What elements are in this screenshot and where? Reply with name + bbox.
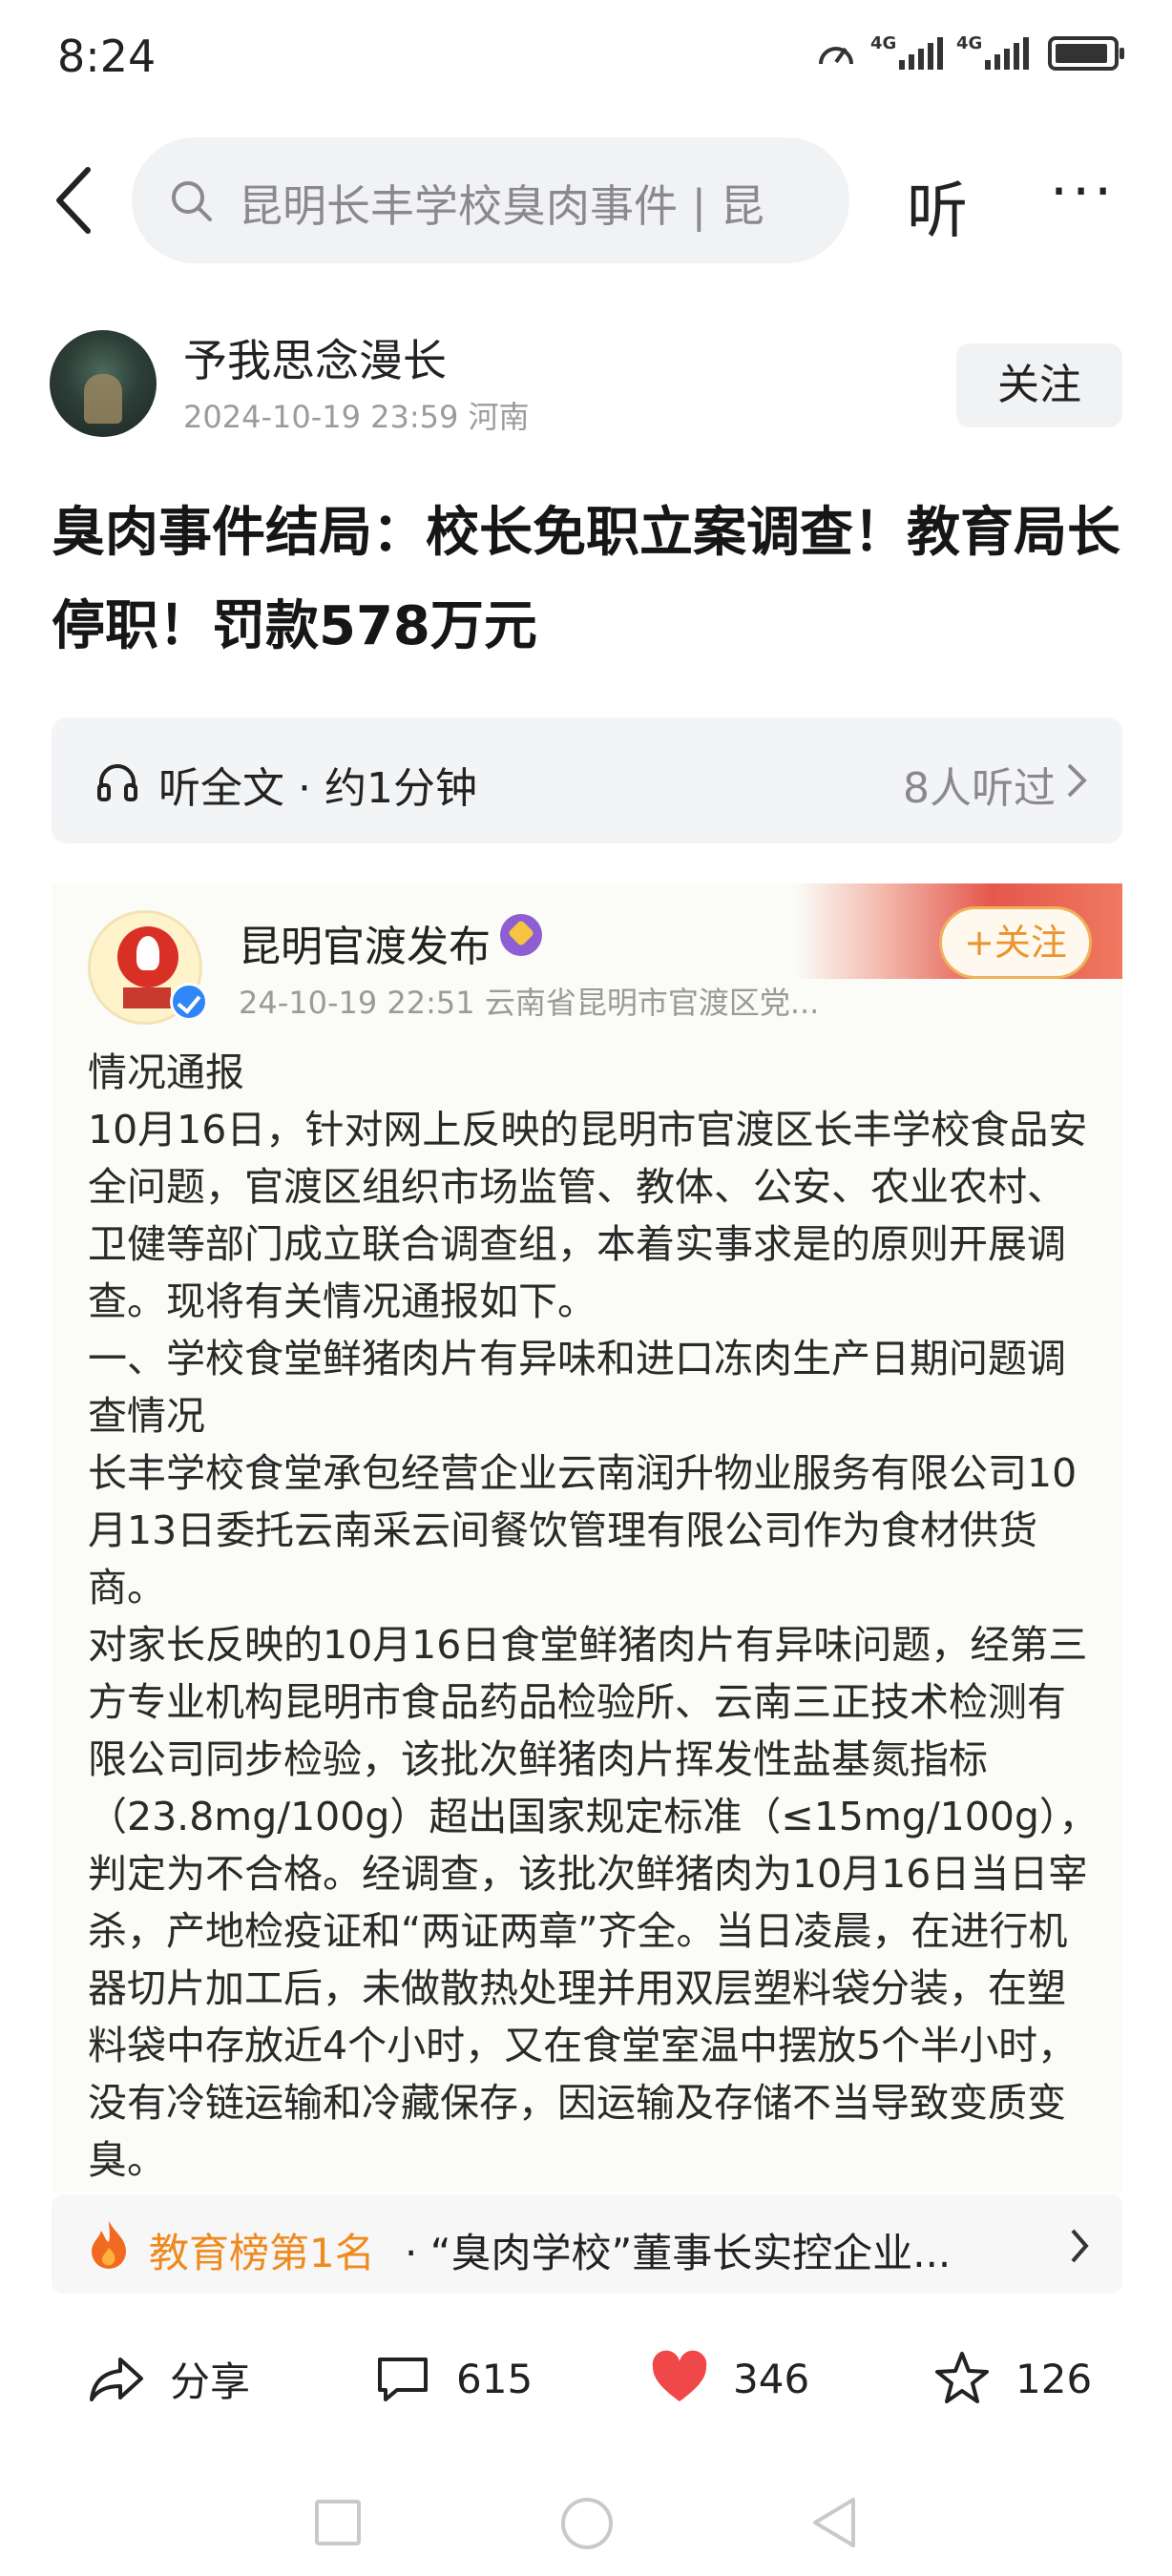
follow-button[interactable]: 关注: [956, 343, 1122, 427]
listen-button[interactable]: 听: [907, 162, 968, 250]
action-bar: 分享 615 346 126: [0, 2326, 1172, 2431]
comment-count: 615: [456, 2355, 534, 2402]
share-icon: [90, 2358, 143, 2401]
search-text: 昆明长丰学校臭肉事件 | 昆: [239, 180, 764, 232]
top-bar: 昆明长丰学校臭肉事件 | 昆 听 ···: [0, 134, 1172, 267]
listen-label: 听全文 · 约1分钟: [158, 764, 477, 813]
like-count: 346: [733, 2355, 810, 2402]
chevron-right-icon: [1071, 2229, 1089, 2263]
article-headline: 臭肉事件结局：校长免职立案调查！教育局长停职！罚款578万元: [52, 502, 1120, 657]
status-icons: 4G 4G: [815, 33, 1124, 71]
author-name[interactable]: 予我思念漫长: [183, 326, 447, 389]
post-paragraph: 对家长反映的10月16日食堂鲜猪肉片有异味问题，经第三方专业机构昆明市食品药品检…: [88, 1622, 1099, 2183]
author-row: 予我思念漫长 2024-10-19 23:59 河南 关注: [0, 324, 1172, 448]
post-paragraph: 10月16日，针对网上反映的昆明市官渡区长丰学校食品安全问题，官渡区组织市场监管…: [88, 1107, 1088, 1324]
embedded-post-image[interactable]: 昆明官渡发布 +关注 24-10-19 22:51 云南省昆明市官渡区党... …: [52, 883, 1122, 2192]
star-icon: [935, 2352, 989, 2403]
search-input[interactable]: 昆明长丰学校臭肉事件 | 昆: [132, 137, 849, 263]
chevron-right-icon: [1067, 763, 1087, 798]
share-button[interactable]: 分享: [86, 2345, 250, 2412]
headphone-icon: [97, 764, 137, 801]
heart-icon: [652, 2350, 707, 2401]
fire-icon: [92, 2221, 126, 2269]
system-nav-bar: [0, 2471, 1172, 2576]
share-label: 分享: [170, 2358, 251, 2405]
favorite-button[interactable]: 126: [931, 2345, 1092, 2412]
signal-label: 4G: [956, 33, 983, 53]
status-bar: 8:24 4G 4G: [0, 0, 1172, 114]
listen-full-text-bar[interactable]: 听全文 · 约1分钟 8人听过: [52, 717, 1122, 843]
signal-icon: 4G: [870, 33, 943, 70]
more-menu-button[interactable]: ···: [1050, 158, 1116, 225]
embedded-post-body: 情况通报 10月16日，针对网上反映的昆明市官渡区长丰学校食品安全问题，官渡区组…: [88, 1044, 1099, 2189]
status-time: 8:24: [57, 31, 157, 82]
embedded-account-name: 昆明官渡发布: [239, 923, 491, 971]
signal-label: 4G: [870, 33, 897, 53]
listen-count: 8人听过: [903, 764, 1056, 813]
back-icon[interactable]: [48, 162, 105, 239]
post-paragraph: 长丰学校食堂承包经营企业云南润升物业服务有限公司10月13日委托云南采云间餐饮管…: [88, 1450, 1078, 1610]
nav-back-icon[interactable]: [807, 2494, 859, 2551]
ranking-title: 教育榜第1名: [149, 2230, 375, 2276]
ranking-text: · “臭肉学校”董事长实控企业...: [405, 2230, 952, 2276]
badge-icon: [500, 914, 542, 956]
embedded-post-meta: 24-10-19 22:51 云南省昆明市官渡区党...: [239, 985, 820, 1021]
signal-icon: 4G: [956, 33, 1029, 70]
author-meta: 2024-10-19 23:59 河南: [183, 399, 530, 435]
battery-icon: [1048, 36, 1124, 71]
search-icon: [172, 181, 212, 221]
recent-apps-icon[interactable]: [315, 2500, 361, 2545]
ranking-bar[interactable]: 教育榜第1名 · “臭肉学校”董事长实控企业...: [52, 2194, 1122, 2294]
post-paragraph: 情况通报: [88, 1049, 244, 1095]
home-icon[interactable]: [561, 2498, 613, 2549]
comment-icon: [378, 2358, 428, 2401]
avatar[interactable]: [50, 330, 157, 437]
comment-button[interactable]: 615: [372, 2345, 533, 2412]
post-paragraph: 一、学校食堂鲜猪肉片有异味和进口冻肉生产日期问题调查情况: [88, 1336, 1066, 1439]
speed-icon: [819, 47, 853, 65]
verified-icon: [170, 983, 208, 1021]
embedded-follow-button: +关注: [939, 906, 1092, 979]
favorite-count: 126: [1015, 2355, 1093, 2402]
like-button[interactable]: 346: [649, 2345, 809, 2412]
